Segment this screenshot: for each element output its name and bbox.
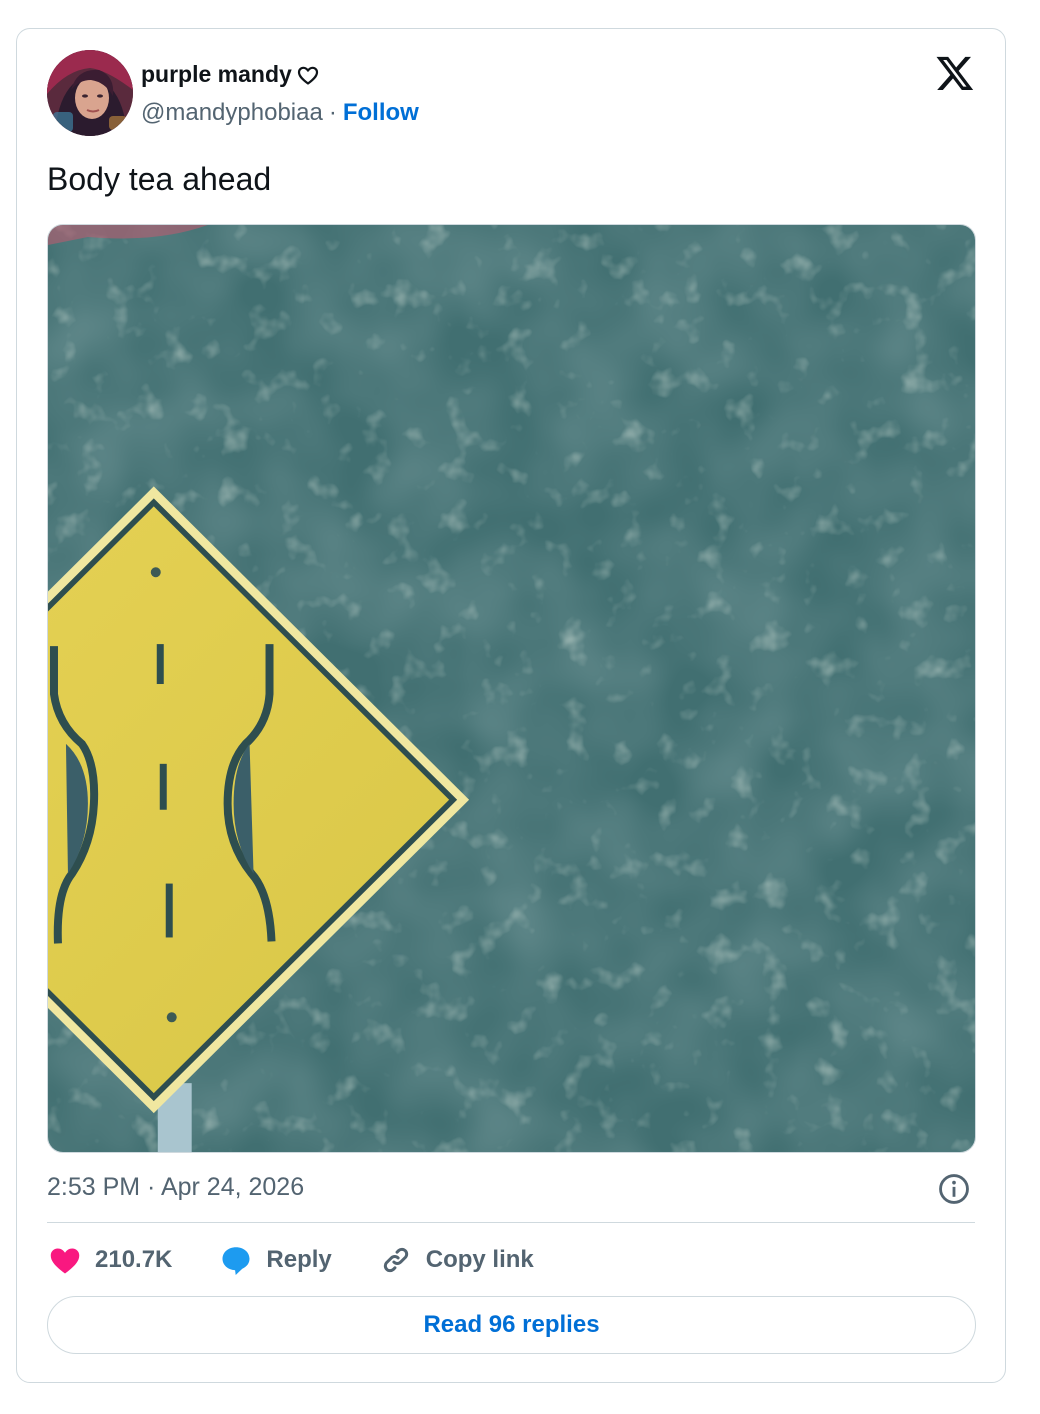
tweet-text: Body tea ahead: [47, 161, 272, 197]
heart-icon: [47, 1242, 83, 1278]
avatar[interactable]: [47, 50, 133, 136]
heart-outline-icon: [296, 63, 320, 87]
author-handle[interactable]: @mandyphobiaa: [141, 99, 323, 127]
like-button[interactable]: 210.7K: [47, 1242, 172, 1278]
speech-bubble-icon: [218, 1242, 254, 1278]
reply-label: Reply: [266, 1246, 332, 1273]
copy-link-button[interactable]: Copy link: [378, 1242, 534, 1278]
read-replies-button[interactable]: Read 96 replies: [47, 1296, 976, 1354]
info-icon[interactable]: [937, 1172, 971, 1206]
tweet-timestamp[interactable]: 2:53 PM · Apr 24, 2026: [47, 1173, 304, 1202]
reply-button[interactable]: Reply: [218, 1242, 332, 1278]
like-count: 210.7K: [95, 1246, 173, 1273]
divider: [47, 1222, 975, 1223]
tweet-photo[interactable]: [47, 224, 976, 1153]
action-bar: 210.7K Reply Copy link: [47, 1237, 580, 1283]
tweet-card: purple mandy @mandyphobiaa · Follow Body…: [16, 28, 1006, 1383]
author-name-row: purple mandy: [141, 61, 320, 88]
copy-link-label: Copy link: [425, 1246, 534, 1273]
link-icon: [378, 1242, 414, 1278]
separator-dot: ·: [328, 99, 337, 126]
x-logo-icon[interactable]: [935, 53, 975, 93]
follow-button[interactable]: Follow: [343, 99, 419, 127]
author-display-name[interactable]: purple mandy: [141, 61, 292, 88]
author-handle-row: @mandyphobiaa · Follow: [141, 99, 419, 127]
